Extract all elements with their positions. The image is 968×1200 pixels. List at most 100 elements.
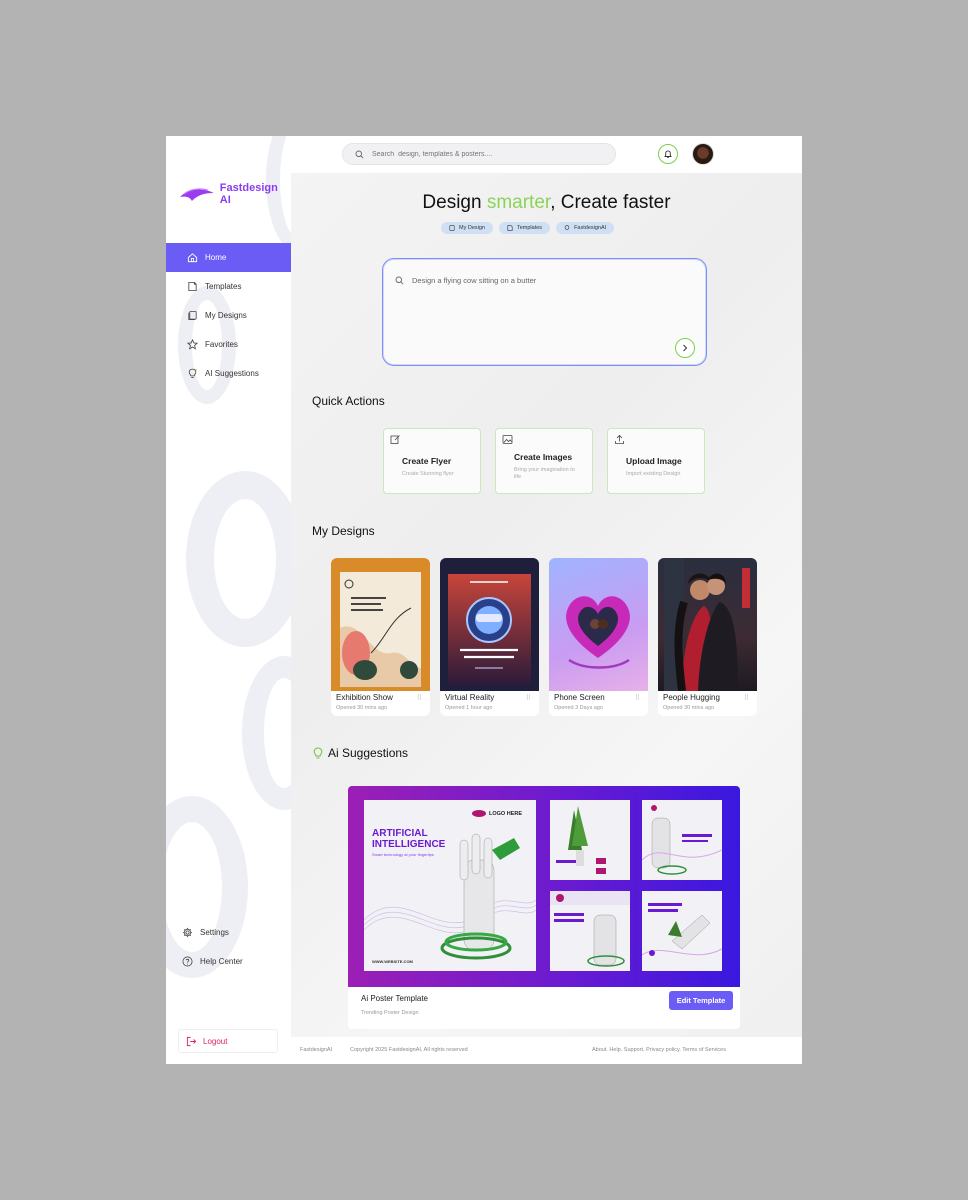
sidebar-item-label: Templates <box>205 282 242 291</box>
title-part-2: , Create faster <box>550 192 671 213</box>
submit-prompt-button[interactable] <box>675 338 695 358</box>
design-card-phone-screen[interactable]: Phone Screen Opened 3 Days ago ⠿ <box>549 558 648 716</box>
heart-poster-art <box>566 596 630 669</box>
sidebar: Fastdesign AI Home Templates My Designs … <box>166 136 291 1064</box>
home-icon <box>187 253 198 263</box>
qa-title: Upload Image <box>626 456 682 466</box>
templates-icon <box>188 281 197 292</box>
app-name: Fastdesign AI <box>219 182 278 206</box>
design-opened: Opened 30 mins ago <box>663 705 715 711</box>
search-icon <box>395 276 404 285</box>
prompt-input[interactable]: Design a flying cow sitting on a butter <box>412 276 536 285</box>
template-preview: ARTIFICIAL INTELLIGENCE Smart technology… <box>348 786 740 987</box>
edit-template-button[interactable]: Edit Template <box>669 991 733 1010</box>
sidebar-item-label: Settings <box>200 928 229 937</box>
template-subtitle: Trending Poster Design <box>361 1010 419 1016</box>
sidebar-item-label: My Designs <box>205 311 247 320</box>
more-options-icon[interactable]: ⠿ <box>635 694 640 702</box>
ai-suggestions-header: Ai Suggestions <box>312 746 408 760</box>
chip-fastdesignai[interactable]: FastdesignAI <box>556 222 615 234</box>
sidebar-item-home[interactable]: Home <box>166 243 291 272</box>
logout-button[interactable]: Logout <box>178 1029 278 1053</box>
brand-mark-icon <box>179 188 214 201</box>
ai-suggestion-card[interactable]: ARTIFICIAL INTELLIGENCE Smart technology… <box>348 786 740 1029</box>
poster-main: ARTIFICIAL INTELLIGENCE Smart technology… <box>364 800 536 971</box>
sidebar-item-templates[interactable]: Templates <box>166 272 291 301</box>
poster-thumb <box>641 800 723 880</box>
sidebar-item-help-center[interactable]: Help Center <box>166 947 291 976</box>
prompt-box[interactable]: Design a flying cow sitting on a butter <box>382 258 707 366</box>
footer-copyright: Copyright 2025 FastdesignAI, All rights … <box>350 1047 468 1053</box>
ai-suggestions-title: Ai Suggestions <box>328 746 409 760</box>
design-opened: Opened 1 hour ago <box>445 705 493 711</box>
poster-thumb <box>641 891 723 971</box>
ai-bulb-icon <box>188 368 197 378</box>
star-icon <box>187 339 198 350</box>
qa-subtitle: Import existing Design <box>626 471 681 477</box>
decorative-ring <box>242 656 291 810</box>
upload-icon <box>615 434 624 444</box>
design-card-exhibition-show[interactable]: Exhibition Show Opened 30 mins ago ⠿ <box>331 558 430 716</box>
sidebar-nav: Home Templates My Designs Favorites AI S… <box>166 243 291 388</box>
qa-subtitle: Bring your imagination to life <box>514 467 575 480</box>
design-card-virtual-reality[interactable]: Virtual Reality Opened 1 hour ago ⠿ <box>440 558 539 716</box>
design-thumbnail <box>440 558 539 691</box>
create-flyer-card[interactable]: Create Flyer Create Stunning flyer <box>383 428 481 494</box>
my-designs-icon <box>188 310 197 321</box>
poster-thumb-art <box>556 806 606 874</box>
sidebar-item-my-designs[interactable]: My Designs <box>166 301 291 330</box>
poster-thumb <box>550 800 630 880</box>
poster-thumb-art <box>641 805 723 875</box>
search-input[interactable] <box>370 149 594 159</box>
design-title: People Hugging <box>663 693 720 702</box>
design-title: Phone Screen <box>554 693 605 702</box>
sidebar-item-label: AI Suggestions <box>205 369 259 378</box>
ai-bulb-icon <box>564 225 570 230</box>
more-options-icon[interactable]: ⠿ <box>526 694 531 702</box>
hero-chips: My Design Templates FastdesignAI <box>441 222 615 234</box>
sidebar-item-label: Favorites <box>205 340 238 349</box>
edit-icon <box>390 435 400 444</box>
sidebar-item-ai-suggestions[interactable]: AI Suggestions <box>166 359 291 388</box>
qa-title: Create Flyer <box>402 456 452 466</box>
app-logo[interactable]: Fastdesign AI <box>178 182 291 206</box>
more-options-icon[interactable]: ⠿ <box>744 694 749 702</box>
app-window: Fastdesign AI Home Templates My Designs … <box>166 136 802 1064</box>
design-card-people-hugging[interactable]: People Hugging Opened 30 mins ago ⠿ <box>658 558 757 716</box>
chip-my-design[interactable]: My Design <box>441 222 493 234</box>
notifications-button[interactable] <box>658 144 678 164</box>
poster-thumb-art <box>641 903 723 956</box>
top-bar <box>291 136 802 173</box>
chip-templates[interactable]: Templates <box>498 222 551 234</box>
poster-thumb-art <box>550 891 630 967</box>
help-icon <box>182 956 193 967</box>
qa-subtitle: Create Stunning flyer <box>402 471 454 477</box>
title-part-1: Design <box>422 192 487 213</box>
sidebar-item-settings[interactable]: Settings <box>166 918 291 947</box>
chevron-right-icon <box>683 344 688 352</box>
design-title: Virtual Reality <box>445 693 495 702</box>
footer-links[interactable]: About. Help. Support. Privacy policy. Te… <box>592 1047 726 1053</box>
upload-image-card[interactable]: Upload Image Import existing Design <box>607 428 705 494</box>
design-icon <box>449 225 455 231</box>
footer-brand: FastdesignAI <box>300 1047 333 1053</box>
more-options-icon[interactable]: ⠿ <box>417 694 422 702</box>
design-title: Exhibition Show <box>336 693 393 702</box>
logout-label: Logout <box>203 1036 228 1046</box>
image-icon <box>502 435 513 444</box>
couple-art <box>664 558 750 691</box>
template-title: Ai Poster Template <box>361 994 428 1003</box>
design-opened: Opened 30 mins ago <box>336 705 388 711</box>
sidebar-item-label: Help Center <box>200 957 243 966</box>
chip-label: My Design <box>459 225 485 231</box>
qa-title: Create Images <box>514 452 573 462</box>
user-avatar[interactable] <box>692 143 714 165</box>
quick-actions-title: Quick Actions <box>312 394 385 408</box>
search-bar[interactable] <box>342 143 616 165</box>
robot-hand-art <box>364 833 536 960</box>
sidebar-item-favorites[interactable]: Favorites <box>166 330 291 359</box>
design-opened: Opened 3 Days ago <box>554 705 603 711</box>
templates-icon <box>507 225 513 231</box>
create-images-card[interactable]: Create Images Bring your imagination to … <box>495 428 593 494</box>
poster-url: WWW.WEBSITE.COM <box>372 959 413 964</box>
